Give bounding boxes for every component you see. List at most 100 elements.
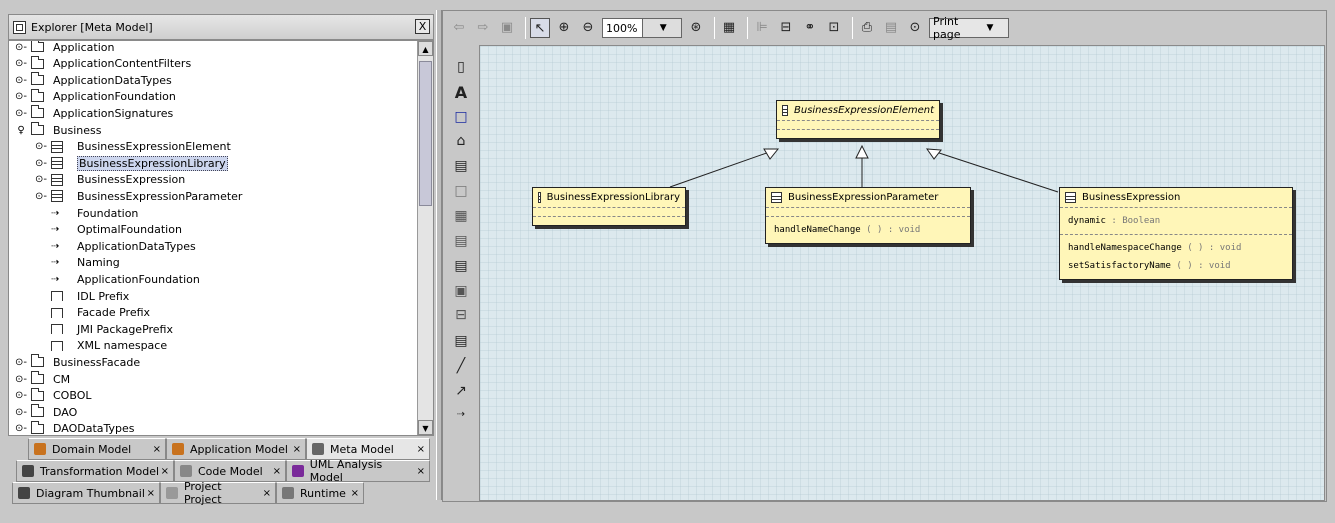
tree-item[interactable]: ⇢ ApplicationDataTypes	[35, 238, 196, 254]
package-icon[interactable]: ⌂	[453, 133, 469, 149]
class-business-expression-parameter[interactable]: BusinessExpressionParameter handleNameCh…	[765, 187, 971, 244]
datatype-icon[interactable]: ⊟	[453, 307, 469, 323]
close-tab-icon[interactable]: ×	[351, 488, 359, 499]
chevron-down-icon[interactable]: ▼	[969, 23, 1008, 33]
tree-item[interactable]: ⊙- BusinessExpressionLibrary	[35, 155, 228, 171]
tree-item[interactable]: ⊙- ApplicationFoundation	[15, 88, 176, 105]
zoom-out-icon[interactable]: ⊖	[578, 18, 598, 38]
class-icon[interactable]: ▤	[453, 158, 469, 174]
layout-icon[interactable]: ⊟	[776, 18, 796, 38]
close-tab-icon[interactable]: ×	[263, 488, 271, 499]
tree-item[interactable]: ⊙- Application	[15, 41, 114, 55]
tab-meta-model[interactable]: Meta Model ×	[306, 438, 430, 460]
text-tool-icon[interactable]: A	[453, 85, 469, 101]
tab-runtime[interactable]: Runtime ×	[276, 482, 364, 504]
class-business-expression-library[interactable]: BusinessExpressionLibrary	[532, 187, 686, 226]
expand-toggle-icon[interactable]: ⊙-	[15, 91, 27, 102]
expand-toggle-icon[interactable]: ⊙-	[15, 42, 27, 53]
scroll-thumb[interactable]	[419, 61, 432, 206]
expand-toggle-icon[interactable]: ⊙-	[15, 407, 27, 418]
close-tab-icon[interactable]: ×	[417, 444, 425, 455]
operation-row[interactable]: handleNameChange ( ) : void	[774, 221, 962, 239]
align-icon[interactable]: ⊫	[752, 18, 772, 38]
close-tab-icon[interactable]: ×	[161, 466, 169, 477]
close-explorer-button[interactable]: X	[415, 19, 430, 34]
tree-item[interactable]: ⇢ OptimalFoundation	[35, 222, 182, 238]
tree-item[interactable]: ⊙- DAO	[15, 404, 77, 420]
zoom-select[interactable]: 100% ▼	[602, 18, 682, 38]
class-business-expression[interactable]: BusinessExpression dynamic : Boolean han…	[1059, 187, 1293, 280]
structure-icon[interactable]: ▤	[453, 258, 469, 274]
table-icon[interactable]: ▦	[453, 208, 469, 224]
tree-item[interactable]: ⊙- ApplicationSignatures	[15, 105, 173, 121]
operation-row[interactable]: handleNamespaceChange ( ) : void	[1068, 239, 1284, 257]
close-tab-icon[interactable]: ×	[147, 488, 155, 499]
forward-icon[interactable]: ⇨	[473, 18, 493, 38]
tree-item[interactable]: ⊙- BusinessExpressionElement	[35, 139, 231, 155]
print-preview-icon[interactable]: ⊙	[905, 18, 925, 38]
print-setup-icon[interactable]: ▤	[881, 18, 901, 38]
note-icon[interactable]: ▯	[453, 59, 469, 75]
back-icon[interactable]: ⇦	[449, 18, 469, 38]
expand-toggle-icon[interactable]: ⊙-	[15, 108, 27, 119]
tree-item[interactable]: ⊙- ApplicationContentFilters	[15, 55, 191, 72]
find-icon[interactable]: ⚭	[800, 18, 820, 38]
model-tree[interactable]: ⊙- DAODataTypes ⊙- DAO ⊙- COBOL ⊙- CM ⊙- Business…	[8, 40, 434, 436]
tree-item[interactable]: ♀ Business	[15, 122, 102, 138]
tab-application-model[interactable]: Application Model ×	[166, 438, 306, 460]
close-tab-icon[interactable]: ×	[293, 444, 301, 455]
expand-toggle-icon[interactable]: ⊙-	[15, 357, 27, 368]
expand-toggle-icon[interactable]: ⊙-	[15, 58, 27, 69]
tree-item[interactable]: JMI PackagePrefix	[35, 321, 173, 337]
tree-item[interactable]: ⊙- BusinessExpressionParameter	[35, 188, 242, 204]
tree-item[interactable]: IDL Prefix	[35, 288, 129, 304]
tree-scrollbar[interactable]: ▲ ▼	[417, 41, 433, 435]
select-pointer-icon[interactable]: ↖	[530, 18, 550, 38]
print-mode-select[interactable]: Print page ▼	[929, 15, 1009, 41]
tree-item[interactable]: ⊙- CM	[15, 371, 70, 387]
diagram-canvas[interactable]: BusinessExpressionElement BusinessExpres…	[479, 45, 1325, 501]
expand-toggle-icon[interactable]: ⊙-	[35, 174, 47, 185]
tree-item[interactable]: ⊙- COBOL	[15, 387, 91, 404]
close-tab-icon[interactable]: ×	[417, 466, 425, 477]
tab-project-project[interactable]: Project Project ×	[160, 480, 276, 506]
tree-item[interactable]: ⊙- BusinessExpression	[35, 172, 185, 188]
tree-item[interactable]: ⇢ Naming	[35, 255, 120, 271]
tree-item[interactable]: ⊙- BusinessFacade	[15, 354, 140, 370]
class-alt-icon[interactable]: ▤	[453, 333, 469, 349]
expand-toggle-icon[interactable]: ⊙-	[15, 423, 27, 434]
dependency-icon[interactable]: ⇢	[453, 407, 469, 423]
print-icon[interactable]: ⎙	[857, 18, 877, 38]
close-tab-icon[interactable]: ×	[153, 444, 161, 455]
tree-item[interactable]: XML namespace	[35, 338, 167, 354]
expand-toggle-icon[interactable]: ⊙-	[15, 374, 27, 385]
grid-icon[interactable]: ▦	[719, 18, 739, 38]
expand-toggle-icon[interactable]: ♀	[15, 125, 27, 136]
line-icon[interactable]: ╱	[453, 358, 469, 374]
rectangle-icon[interactable]: □	[453, 109, 469, 125]
component-icon[interactable]: ▣	[453, 283, 469, 299]
association-arrow-icon[interactable]: ↗	[453, 383, 469, 399]
tree-item[interactable]: Facade Prefix	[35, 305, 150, 321]
expand-toggle-icon[interactable]: ⊙-	[35, 141, 47, 152]
tab-code-model[interactable]: Code Model ×	[174, 460, 286, 482]
interface-icon[interactable]: □	[453, 183, 469, 199]
tab-uml-analysis-model[interactable]: UML Analysis Model ×	[286, 458, 430, 484]
fit-icon[interactable]: ▣	[497, 18, 517, 38]
chevron-down-icon[interactable]: ▼	[641, 19, 681, 37]
zoom-in-icon[interactable]: ⊕	[554, 18, 574, 38]
expand-toggle-icon[interactable]: ⊙-	[15, 75, 27, 86]
attribute-row[interactable]: dynamic : Boolean	[1068, 212, 1284, 230]
scroll-up-icon[interactable]: ▲	[418, 41, 433, 56]
tree-item[interactable]: ⇢ Foundation	[35, 205, 138, 221]
close-tab-icon[interactable]: ×	[273, 466, 281, 477]
expand-toggle-icon[interactable]: ⊙-	[15, 390, 27, 401]
tab-diagram-thumbnail[interactable]: Diagram Thumbnail ×	[12, 482, 160, 504]
enum-icon[interactable]: ▤	[453, 233, 469, 249]
tab-domain-model[interactable]: Domain Model ×	[28, 438, 166, 460]
export-icon[interactable]: ⊡	[824, 18, 844, 38]
operation-row[interactable]: setSatisfactoryName ( ) : void	[1068, 257, 1284, 275]
tab-transformation-model[interactable]: Transformation Model ×	[16, 460, 174, 482]
expand-toggle-icon[interactable]: ⊙-	[35, 158, 47, 169]
tree-item[interactable]: ⊙- DAODataTypes	[15, 420, 135, 435]
